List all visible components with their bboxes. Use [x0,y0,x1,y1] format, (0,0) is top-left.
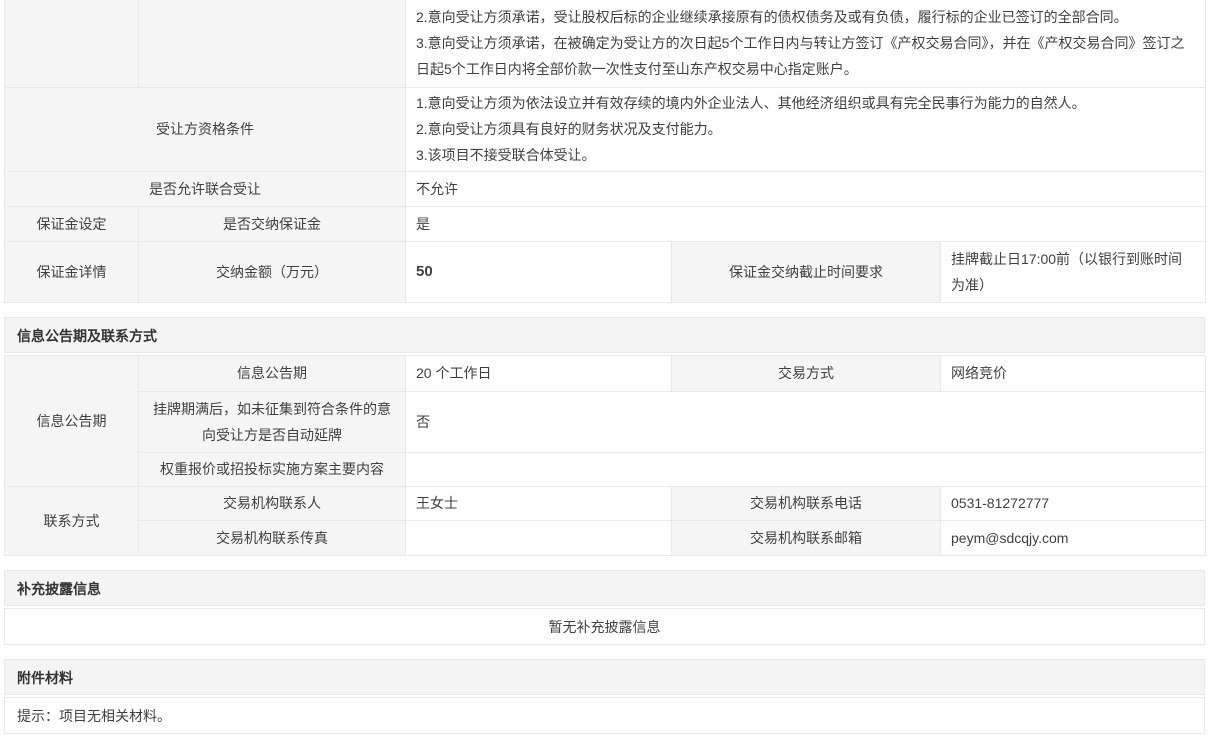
contact-email-label: 交易机构联系邮箱 [672,520,941,555]
qualification-label: 受让方资格条件 [5,87,406,171]
deposit-deadline-label: 保证金交纳截止时间要求 [672,241,941,302]
deposit-detail-group-label: 保证金详情 [5,241,139,302]
carryover-label-cell [139,0,406,87]
contact-group-label: 联系方式 [5,486,139,555]
transfer-conditions-table: 2.意向受让方须承诺，受让股权后标的企业继续承接原有的债权债务及或有负债，履行标… [4,0,1206,303]
bidding-plan-value [406,452,1206,486]
announcement-period-label: 信息公告期 [139,355,406,391]
contact-person-label: 交易机构联系人 [139,486,406,520]
deposit-required-label: 是否交纳保证金 [139,206,406,241]
contact-fax-label: 交易机构联系传真 [139,520,406,555]
table-row: 信息公告期 信息公告期 20 个工作日 交易方式 网络竞价 [5,355,1206,391]
page-content: 2.意向受让方须承诺，受让股权后标的企业继续承接原有的债权债务及或有负债，履行标… [0,0,1210,734]
qualification-line: 3.该项目不接受联合体受让。 [416,142,1195,168]
contact-email-value: peym@sdcqjy.com [941,520,1206,555]
supplement-disclosure-section: 补充披露信息 暂无补充披露信息 [4,570,1205,645]
deposit-amount-value: 50 [406,241,672,302]
table-row: 挂牌期满后，如未征集到符合条件的意向受让方是否自动延牌 否 [5,391,1206,452]
announcement-contact-table: 信息公告期 信息公告期 20 个工作日 交易方式 网络竞价 挂牌期满后，如未征集… [4,355,1206,556]
deposit-required-value: 是 [406,206,1206,241]
carryover-group-cell [5,0,139,87]
qualification-value-cell: 1.意向受让方须为依法设立并有效存续的境内外企业法人、其他经济组织或具有完全民事… [406,87,1206,171]
attachment-section: 附件材料 提示：项目无相关材料。 [4,659,1205,734]
trade-method-value: 网络竞价 [941,355,1206,391]
carryover-value-cell: 2.意向受让方须承诺，受让股权后标的企业继续承接原有的债权债务及或有负债，履行标… [406,0,1206,87]
contact-fax-value [406,520,672,555]
table-row: 是否允许联合受让 不允许 [5,171,1206,206]
table-row: 联系方式 交易机构联系人 王女士 交易机构联系电话 0531-81272777 [5,486,1206,520]
table-row: 权重报价或招投标实施方案主要内容 [5,452,1206,486]
trade-method-label: 交易方式 [672,355,941,391]
deposit-setting-group-label: 保证金设定 [5,206,139,241]
announcement-period-value: 20 个工作日 [406,355,672,391]
supplement-section-content: 暂无补充披露信息 [4,608,1205,645]
deposit-amount-label: 交纳金额（万元） [139,241,406,302]
auto-extend-label: 挂牌期满后，如未征集到符合条件的意向受让方是否自动延牌 [139,391,406,452]
attachment-section-title: 附件材料 [4,659,1205,695]
table-row: 保证金设定 是否交纳保证金 是 [5,206,1206,241]
supplement-section-title: 补充披露信息 [4,570,1205,606]
announcement-period-group-label: 信息公告期 [5,355,139,486]
qualification-line: 1.意向受让方须为依法设立并有效存续的境内外企业法人、其他经济组织或具有完全民事… [416,90,1195,116]
contact-person-value: 王女士 [406,486,672,520]
joint-transfer-value: 不允许 [406,171,1206,206]
qualification-line: 2.意向受让方须具有良好的财务状况及支付能力。 [416,116,1195,142]
attachment-section-content: 提示：项目无相关材料。 [4,697,1205,734]
table-row: 保证金详情 交纳金额（万元） 50 保证金交纳截止时间要求 挂牌截止日17:00… [5,241,1206,302]
deposit-deadline-value: 挂牌截止日17:00前（以银行到账时间为准） [941,241,1206,302]
table-row: 2.意向受让方须承诺，受让股权后标的企业继续承接原有的债权债务及或有负债，履行标… [5,0,1206,87]
carryover-line: 3.意向受让方须承诺，在被确定为受让方的次日起5个工作日内与转让方签订《产权交易… [416,30,1195,82]
table-row: 交易机构联系传真 交易机构联系邮箱 peym@sdcqjy.com [5,520,1206,555]
carryover-line: 2.意向受让方须承诺，受让股权后标的企业继续承接原有的债权债务及或有负债，履行标… [416,4,1195,30]
contact-phone-label: 交易机构联系电话 [672,486,941,520]
joint-transfer-label: 是否允许联合受让 [5,171,406,206]
bidding-plan-label: 权重报价或招投标实施方案主要内容 [139,452,406,486]
contact-phone-value: 0531-81272777 [941,486,1206,520]
announcement-section-title: 信息公告期及联系方式 [4,317,1205,353]
announcement-contact-section: 信息公告期及联系方式 信息公告期 信息公告期 20 个工作日 交易方式 网络竞价… [4,317,1205,556]
auto-extend-value: 否 [406,391,1206,452]
table-row: 受让方资格条件 1.意向受让方须为依法设立并有效存续的境内外企业法人、其他经济组… [5,87,1206,171]
